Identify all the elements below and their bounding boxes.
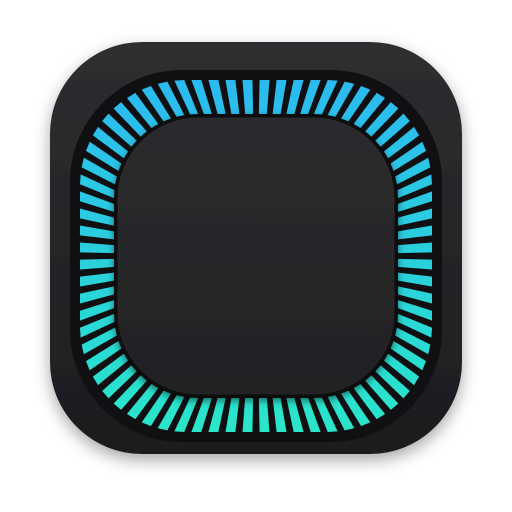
inner-tile	[114, 114, 398, 398]
app-icon-graphic	[50, 42, 462, 454]
app-icon	[0, 0, 512, 512]
